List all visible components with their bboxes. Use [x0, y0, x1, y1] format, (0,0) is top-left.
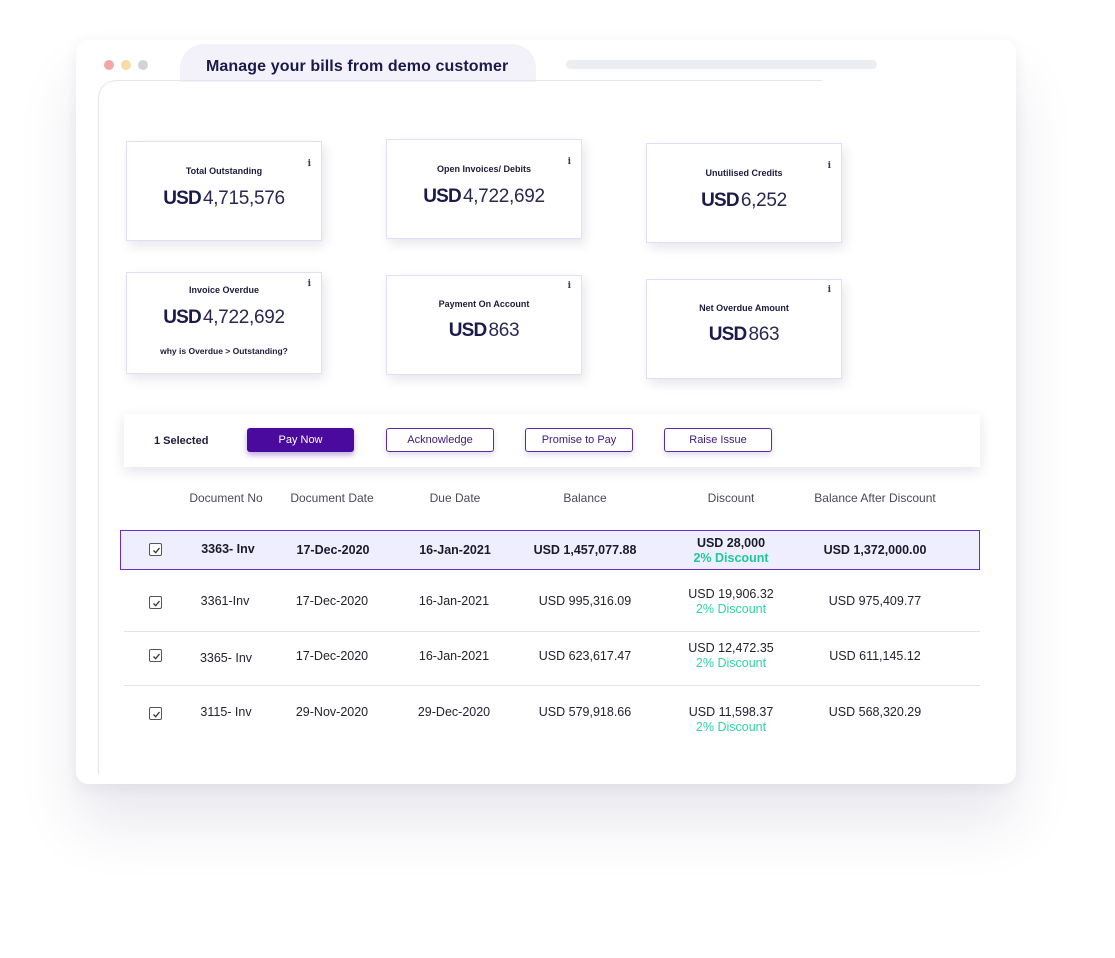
card-title: Invoice Overdue [188, 285, 260, 295]
cell-balance: USD 995,316.09 [538, 594, 632, 608]
card-value: USD 4,715,576 [127, 188, 321, 210]
currency-label: USD [163, 188, 202, 209]
col-header-balance-after-discount[interactable]: Balance After Discount [800, 491, 950, 505]
cell-discount-pct: 2% Discount [695, 656, 767, 670]
minimize-dot-icon[interactable] [121, 60, 131, 70]
amount: 4,722,692 [462, 186, 545, 207]
cell-due-date: 16-Jan-2021 [419, 543, 491, 557]
cell-balance-after: USD 1,372,000.00 [823, 543, 927, 557]
col-header-discount[interactable]: Discount [681, 491, 781, 505]
info-icon[interactable]: i [828, 285, 831, 295]
cell-discount: USD 28,000 [696, 536, 766, 550]
cell-balance-after: USD 975,409.77 [828, 594, 922, 608]
info-icon[interactable]: i [828, 161, 831, 171]
raise-issue-button[interactable]: Raise Issue [664, 428, 772, 452]
checkmark-icon [152, 711, 160, 718]
row-checkbox[interactable] [149, 543, 162, 556]
cell-due-date: 16-Jan-2021 [418, 594, 490, 608]
checkmark-icon [152, 600, 160, 607]
cell-balance-after: USD 568,320.29 [828, 705, 922, 719]
cell-due-date: 16-Jan-2021 [418, 649, 490, 663]
currency-label: USD [701, 190, 740, 211]
cell-doc-no[interactable]: 3361-Inv [175, 594, 275, 608]
currency-label: USD [708, 324, 748, 345]
card-value: USD 863 [647, 324, 841, 346]
col-header-due-date[interactable]: Due Date [405, 491, 505, 505]
maximize-dot-icon[interactable] [138, 60, 148, 70]
card-title: Total Outstanding [185, 166, 263, 176]
amount: 863 [488, 320, 520, 341]
pay-now-button[interactable]: Pay Now [247, 428, 354, 452]
card-total-outstanding: Total Outstanding i USD 4,715,576 [126, 141, 322, 241]
cell-balance: USD 1,457,077.88 [533, 543, 637, 557]
info-icon[interactable]: i [568, 281, 571, 291]
address-bar[interactable] [566, 60, 877, 69]
card-invoice-overdue: Invoice Overdue i USD 4,722,692 why is Ov… [126, 272, 322, 374]
card-title: Net Overdue Amount [699, 303, 789, 313]
currency-label: USD [423, 186, 462, 207]
cell-discount: USD 19,906.32 [688, 587, 774, 601]
selected-count: 1 Selected [154, 435, 209, 447]
amount: 6,252 [740, 190, 787, 211]
currency-label: USD [448, 320, 488, 341]
card-value: USD 863 [387, 320, 581, 342]
cell-due-date: 29-Dec-2020 [417, 705, 491, 719]
cell-doc-date: 29-Nov-2020 [295, 705, 369, 719]
card-payment-on-account: Payment On Account i USD 863 [386, 275, 582, 375]
col-header-document-no[interactable]: Document No [176, 491, 276, 505]
amount: 863 [748, 324, 780, 345]
row-checkbox[interactable] [149, 707, 162, 720]
card-title: Open Invoices/ Debits [436, 164, 532, 174]
info-icon[interactable]: i [568, 157, 571, 167]
card-value: USD 6,252 [647, 190, 841, 212]
cell-doc-no[interactable]: 3115- Inv [176, 705, 276, 719]
cell-doc-no[interactable]: 3365- Inv [176, 651, 276, 665]
card-net-overdue: Net Overdue Amount i USD 863 [646, 279, 842, 379]
cell-balance: USD 579,918.66 [538, 705, 632, 719]
cell-balance: USD 623,617.47 [538, 649, 632, 663]
info-icon[interactable]: i [308, 159, 311, 169]
currency-label: USD [163, 307, 202, 328]
window-controls [104, 60, 148, 70]
cell-doc-date: 17-Dec-2020 [296, 543, 370, 557]
amount: 4,722,692 [202, 307, 285, 328]
cell-discount-pct: 2% Discount [695, 720, 767, 734]
cell-doc-date: 17-Dec-2020 [295, 594, 369, 608]
acknowledge-button[interactable]: Acknowledge [386, 428, 494, 452]
row-checkbox[interactable] [149, 649, 162, 662]
cell-discount-pct: 2% Discount [695, 602, 767, 616]
amount: 4,715,576 [202, 188, 285, 209]
row-divider [124, 631, 980, 632]
promise-to-pay-button[interactable]: Promise to Pay [525, 428, 633, 452]
info-icon[interactable]: i [308, 279, 311, 289]
card-value: USD 4,722,692 [127, 307, 321, 329]
row-checkbox[interactable] [149, 596, 162, 609]
card-title: Unutilised Credits [705, 168, 783, 178]
cell-doc-no[interactable]: 3363- Inv [178, 542, 278, 556]
overdue-explanation-link[interactable]: why is Overdue > Outstanding? [127, 346, 321, 356]
close-dot-icon[interactable] [104, 60, 114, 70]
card-open-invoices: Open Invoices/ Debits i USD 4,722,692 [386, 139, 582, 239]
col-header-document-date[interactable]: Document Date [282, 491, 382, 505]
cell-doc-date: 17-Dec-2020 [295, 649, 369, 663]
checkmark-icon [152, 653, 160, 660]
col-header-balance[interactable]: Balance [535, 491, 635, 505]
cell-balance-after: USD 611,145.12 [829, 649, 921, 663]
checkmark-icon [152, 547, 160, 554]
row-divider [124, 685, 980, 686]
card-unutilised-credits: Unutilised Credits i USD 6,252 [646, 143, 842, 243]
cell-discount: USD 12,472.35 [688, 641, 774, 655]
bulk-action-bar: 1 Selected Pay Now Acknowledge Promise t… [124, 414, 980, 467]
cell-discount: USD 11,598.37 [688, 705, 774, 719]
card-value: USD 4,722,692 [387, 186, 581, 208]
cell-discount-pct: 2% Discount [693, 551, 769, 565]
page-title: Manage your bills from demo customer [206, 58, 509, 75]
card-title: Payment On Account [438, 299, 530, 309]
